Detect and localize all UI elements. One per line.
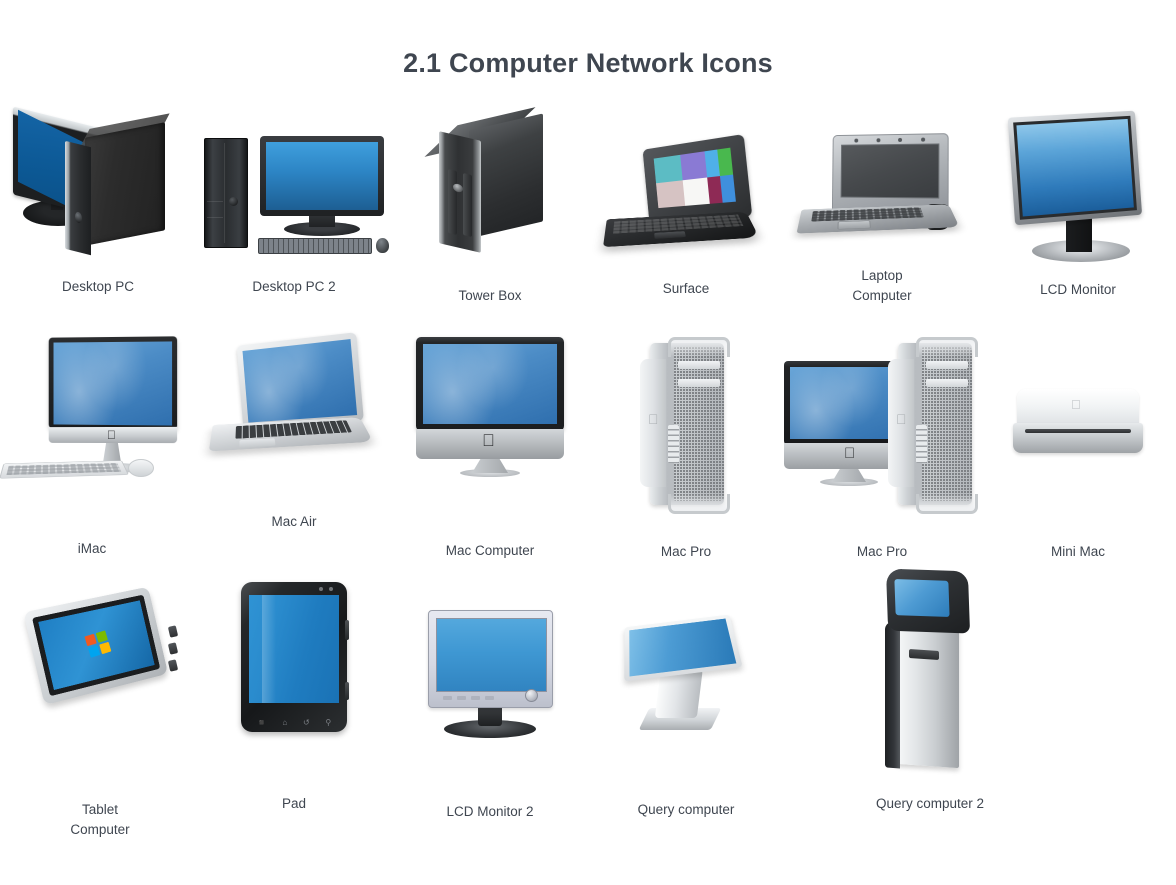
icon-row-1: Desktop PC Desktop PC 2 Tower Box Surfac… bbox=[0, 106, 1176, 337]
icon-cell-tower-box[interactable]: Tower Box bbox=[392, 107, 588, 306]
tablet-computer-icon bbox=[23, 586, 179, 712]
icon-cell-imac[interactable]:  iMac bbox=[0, 336, 190, 559]
icon-row-3: Tablet Computer ◾ ⌂ ↺ ⚲ Pad LCD Monitor … bbox=[0, 568, 1176, 852]
mac-computer-icon:  bbox=[410, 337, 570, 477]
icon-label: Mac Pro bbox=[660, 544, 712, 559]
icon-label: Desktop PC bbox=[61, 279, 135, 294]
icon-cell-mini-mac[interactable]:  Mini Mac bbox=[980, 385, 1176, 562]
icon-cell-pad[interactable]: ◾ ⌂ ↺ ⚲ Pad bbox=[196, 582, 392, 814]
query-computer-icon bbox=[623, 612, 749, 742]
mini-mac-icon:  bbox=[1013, 385, 1143, 457]
icon-cell-tablet-computer[interactable]: Tablet Computer bbox=[2, 586, 198, 840]
mac-air-icon bbox=[208, 332, 377, 464]
imac-icon:  bbox=[0, 336, 182, 487]
laptop-computer-icon bbox=[796, 133, 965, 246]
icon-label: Query computer 2 bbox=[875, 796, 985, 811]
icon-cell-lcd-monitor[interactable]: LCD Monitor bbox=[980, 110, 1176, 300]
pad-soft-buttons[interactable]: ◾ ⌂ ↺ ⚲ bbox=[241, 718, 347, 727]
icon-label: LCD Monitor bbox=[1040, 282, 1116, 297]
icon-label: Mac Air bbox=[271, 514, 317, 529]
icon-cell-mac-pro[interactable]:  Mac Pro bbox=[588, 337, 784, 562]
icon-label: Query computer bbox=[637, 802, 735, 817]
icon-label: Surface bbox=[662, 281, 710, 296]
icon-label: Desktop PC 2 bbox=[252, 279, 336, 294]
icon-label: Mac Computer bbox=[445, 543, 535, 558]
page-title: 2.1 Computer Network Icons bbox=[403, 48, 773, 78]
icon-cell-query-computer[interactable]: Query computer bbox=[588, 612, 784, 820]
icon-label: LCD Monitor 2 bbox=[446, 804, 534, 819]
lcd-monitor-2-icon bbox=[427, 610, 553, 740]
icon-cell-laptop-computer[interactable]: Laptop Computer bbox=[784, 133, 980, 306]
icon-label: Mac Pro bbox=[856, 544, 908, 559]
desktop-pc-icon bbox=[13, 106, 183, 256]
surface-tiles bbox=[653, 147, 736, 209]
icon-grid: Desktop PC Desktop PC 2 Tower Box Surfac… bbox=[0, 106, 1176, 852]
icon-cell-query-computer-2[interactable]: Query computer 2 bbox=[800, 568, 1060, 814]
query-computer-2-icon bbox=[875, 568, 985, 770]
icon-label: Pad bbox=[281, 796, 307, 811]
pad-icon: ◾ ⌂ ↺ ⚲ bbox=[241, 582, 349, 732]
icon-label: Tablet Computer bbox=[70, 802, 130, 837]
surface-icon bbox=[602, 134, 766, 257]
icon-label: Laptop Computer bbox=[852, 268, 912, 303]
icon-cell-mac-air[interactable]: Mac Air bbox=[196, 332, 392, 532]
icon-cell-lcd-monitor-2[interactable]: LCD Monitor 2 bbox=[392, 610, 588, 822]
icon-label: Tower Box bbox=[458, 288, 522, 303]
icon-cell-surface[interactable]: Surface bbox=[588, 134, 784, 299]
mac-pro-2-icon:   bbox=[784, 337, 984, 514]
icon-cell-desktop-pc-2[interactable]: Desktop PC 2 bbox=[196, 134, 392, 297]
icon-cell-mac-pro-2[interactable]:   Mac Pro bbox=[784, 337, 980, 562]
lcd-monitor-icon bbox=[1007, 110, 1148, 264]
icon-label: Mini Mac bbox=[1050, 544, 1105, 559]
desktop-pc-2-icon bbox=[204, 134, 389, 254]
mac-pro-icon:  bbox=[640, 337, 732, 514]
tower-box-icon bbox=[424, 107, 545, 253]
icon-cell-desktop-pc[interactable]: Desktop PC bbox=[0, 106, 196, 297]
icon-cell-mac-computer[interactable]:  Mac Computer bbox=[392, 337, 588, 561]
icon-row-2:  iMac Mac Air  Mac Computer bbox=[0, 332, 1176, 582]
windows-logo-icon bbox=[84, 630, 112, 658]
icon-label: iMac bbox=[77, 541, 107, 556]
